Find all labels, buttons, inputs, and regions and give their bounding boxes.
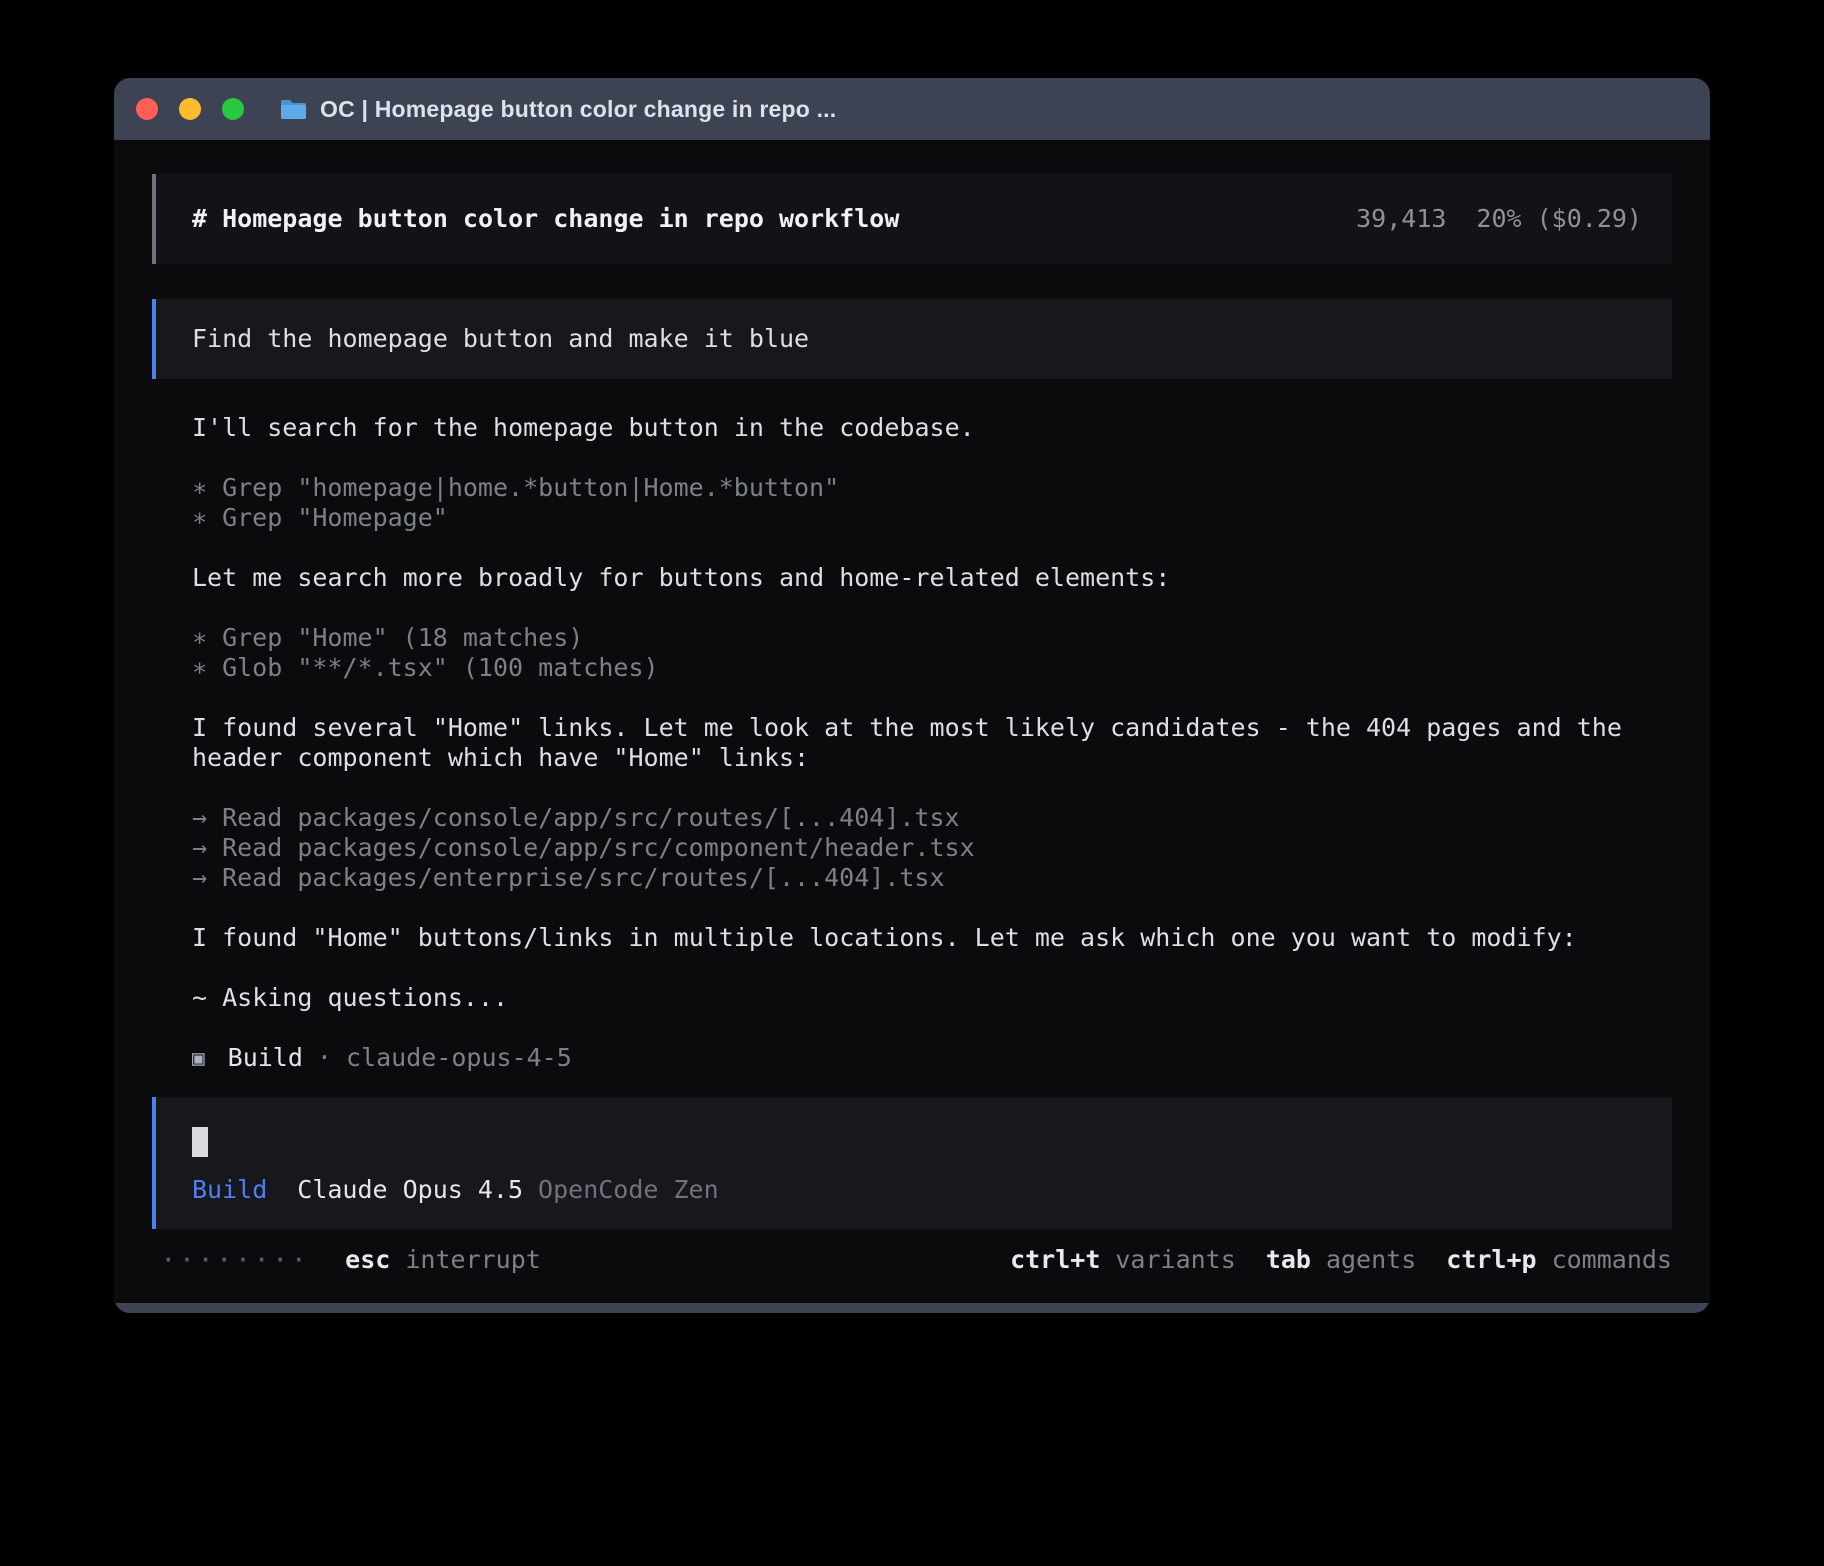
tool-bullet-icon: ∗ xyxy=(192,653,207,683)
window-title: OC | Homepage button color change in rep… xyxy=(320,96,836,123)
interrupt-label: interrupt xyxy=(405,1245,540,1274)
tool-bullet-icon: ∗ xyxy=(192,623,207,653)
user-message: Find the homepage button and make it blu… xyxy=(152,299,1672,379)
shortcut-label: commands xyxy=(1552,1245,1672,1275)
user-message-text: Find the homepage button and make it blu… xyxy=(192,324,809,353)
traffic-lights xyxy=(136,98,244,120)
tool-bullet-icon: ∗ xyxy=(192,473,207,503)
agent-model: claude-opus-4-5 xyxy=(346,1043,572,1073)
tool-call-group: → Read packages/console/app/src/routes/[.… xyxy=(192,803,1672,893)
tool-call-line: → Read packages/enterprise/src/routes/[..… xyxy=(192,863,1672,893)
text-cursor xyxy=(192,1127,208,1157)
assistant-text: I found several "Home" links. Let me loo… xyxy=(192,713,1672,773)
read-arrow-icon: → xyxy=(192,803,207,833)
status-text: ~ Asking questions... xyxy=(192,983,1672,1013)
session-title: # Homepage button color change in repo w… xyxy=(192,204,899,234)
terminal-content: # Homepage button color change in repo w… xyxy=(114,140,1710,1303)
shortcut-commands: ctrl+p commands xyxy=(1446,1245,1672,1275)
token-count: 39,413 xyxy=(1356,204,1446,234)
assistant-text: Let me search more broadly for buttons a… xyxy=(192,563,1672,593)
shortcut-label: agents xyxy=(1326,1245,1416,1275)
tool-call-group: ∗ Grep "homepage|home.*button|Home.*butto… xyxy=(192,473,1672,533)
context-usage: 20% ($0.29) xyxy=(1476,204,1642,234)
shortcut-agents: tab agents xyxy=(1266,1245,1416,1275)
agent-name: Build xyxy=(228,1043,303,1073)
tool-call-text: Grep "Home" (18 matches) xyxy=(222,623,583,652)
tool-call-text: Read packages/console/app/src/routes/[..… xyxy=(222,803,960,832)
interrupt-hint: esc interrupt xyxy=(345,1245,541,1275)
agent-mode-label: Build xyxy=(192,1175,267,1205)
model-name-label: Claude Opus 4.5 xyxy=(297,1175,523,1205)
read-arrow-icon: → xyxy=(192,833,207,863)
shortcut-key: ctrl+t xyxy=(1010,1245,1100,1275)
window-titlebar[interactable]: OC | Homepage button color change in rep… xyxy=(114,78,1710,140)
tool-call-line: ∗ Glob "**/*.tsx" (100 matches) xyxy=(192,653,1672,683)
agent-separator: · xyxy=(317,1043,332,1073)
progress-dots: ········ xyxy=(162,1245,311,1275)
shortcut-label: variants xyxy=(1115,1245,1235,1275)
tool-call-line: → Read packages/console/app/src/component… xyxy=(192,833,1672,863)
status-footer: ········ esc interrupt ctrl+t variants t… xyxy=(152,1245,1672,1275)
tool-bullet-icon: ∗ xyxy=(192,503,207,533)
shortcut-key: ctrl+p xyxy=(1446,1245,1536,1275)
folder-icon xyxy=(280,98,307,120)
agent-status-line: ▣ Build · claude-opus-4-5 xyxy=(192,1043,1672,1073)
provider-name-label: OpenCode Zen xyxy=(538,1175,719,1205)
tool-call-text: Grep "Homepage" xyxy=(222,503,448,532)
keyboard-shortcuts: ctrl+t variants tab agents ctrl+p comman… xyxy=(1010,1245,1672,1275)
tool-call-line: → Read packages/console/app/src/routes/[.… xyxy=(192,803,1672,833)
prompt-input[interactable]: Build Claude Opus 4.5 OpenCode Zen xyxy=(152,1097,1672,1229)
input-status-bar: Build Claude Opus 4.5 OpenCode Zen xyxy=(192,1175,1642,1205)
minimize-button[interactable] xyxy=(179,98,201,120)
tool-call-line: ∗ Grep "Homepage" xyxy=(192,503,1672,533)
tool-call-line: ∗ Grep "Home" (18 matches) xyxy=(192,623,1672,653)
session-header: # Homepage button color change in repo w… xyxy=(152,174,1672,264)
shortcut-key: tab xyxy=(1266,1245,1311,1275)
shortcut-variants: ctrl+t variants xyxy=(1010,1245,1236,1275)
tool-call-text: Read packages/enterprise/src/routes/[...… xyxy=(222,863,944,892)
assistant-text: I found "Home" buttons/links in multiple… xyxy=(192,923,1672,953)
terminal-window: OC | Homepage button color change in rep… xyxy=(114,78,1710,1313)
tool-call-line: ∗ Grep "homepage|home.*button|Home.*butto… xyxy=(192,473,1672,503)
assistant-text: I'll search for the homepage button in t… xyxy=(192,413,1672,443)
esc-key: esc xyxy=(345,1245,390,1274)
close-button[interactable] xyxy=(136,98,158,120)
read-arrow-icon: → xyxy=(192,863,207,893)
zoom-button[interactable] xyxy=(222,98,244,120)
tool-call-text: Read packages/console/app/src/component/… xyxy=(222,833,975,862)
agent-square-icon: ▣ xyxy=(192,1043,205,1073)
tool-call-group: ∗ Grep "Home" (18 matches) ∗ Glob "**/*.ts… xyxy=(192,623,1672,683)
session-stats: 39,413 20% ($0.29) xyxy=(1356,204,1642,234)
tool-call-text: Glob "**/*.tsx" (100 matches) xyxy=(222,653,659,682)
tool-call-text: Grep "homepage|home.*button|Home.*button… xyxy=(222,473,839,502)
